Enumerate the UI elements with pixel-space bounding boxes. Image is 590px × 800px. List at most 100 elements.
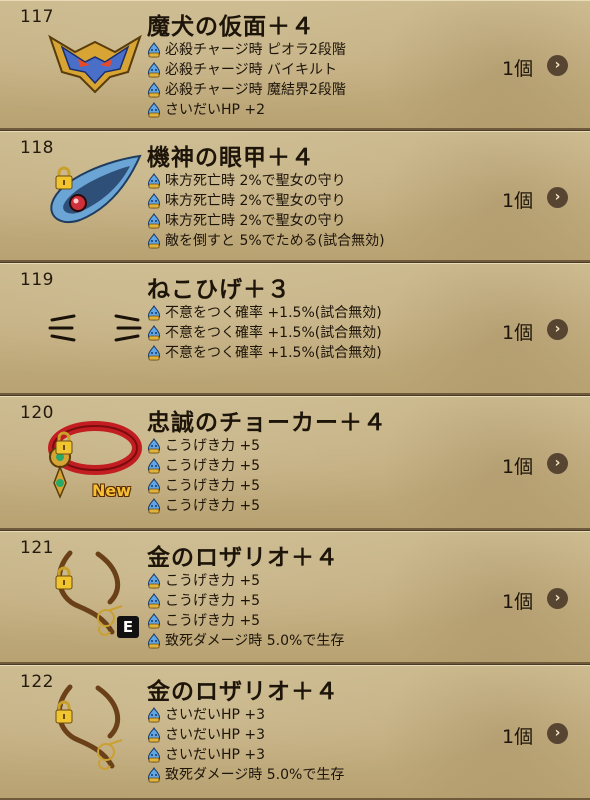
effect-list: こうげき力 +5 こうげき力 +5 こうげき力 +5 こうげき力 +5	[147, 436, 260, 516]
effect-text: 必殺チャージ時 バイキルト	[165, 62, 338, 78]
slime-bullet-icon	[147, 593, 165, 609]
effect-text: さいだいHP +3	[165, 747, 266, 763]
effect-list: 不意をつく確率 +1.5%(試合無効) 不意をつく確率 +1.5%(試合無効) 不意…	[147, 303, 382, 363]
effect-text: こうげき力 +5	[165, 478, 261, 494]
item-quantity: 1個	[502, 726, 534, 748]
effect-item: こうげき力 +5	[147, 571, 344, 591]
effect-text: 不意をつく確率 +1.5%(試合無効)	[165, 345, 382, 361]
accessory-row[interactable]: 119 ねこひげ＋３ 不意をつく確率 +1.5%(試合無効) 不意をつく確率 +1.5…	[0, 263, 590, 395]
accessory-row[interactable]: 117 魔犬の仮面＋４ 必殺チャージ時 ピオラ2段階 必殺チャージ時 バイキルト 必殺チ…	[0, 0, 590, 130]
effect-item: 致死ダメージ時 5.0%で生存	[147, 631, 344, 651]
effect-text: 不意をつく確率 +1.5%(試合無効)	[165, 305, 382, 321]
effect-text: こうげき力 +5	[165, 458, 261, 474]
effect-item: さいだいHP +3	[147, 705, 344, 725]
chevron-right-icon[interactable]: ›	[547, 723, 568, 744]
effect-item: 不意をつく確率 +1.5%(試合無効)	[147, 303, 382, 323]
effect-text: さいだいHP +2	[165, 102, 266, 118]
lock-icon	[54, 700, 74, 724]
chevron-right-icon[interactable]: ›	[547, 55, 568, 76]
effect-text: こうげき力 +5	[165, 438, 261, 454]
slime-bullet-icon	[147, 707, 165, 723]
effect-item: 味方死亡時 2%で聖女の守り	[147, 211, 385, 231]
effect-item: こうげき力 +5	[147, 591, 344, 611]
effect-item: こうげき力 +5	[147, 476, 260, 496]
slime-bullet-icon	[147, 727, 165, 743]
effect-text: 必殺チャージ時 魔結界2段階	[165, 82, 346, 98]
effect-text: さいだいHP +3	[165, 727, 266, 743]
effect-text: 致死ダメージ時 5.0%で生存	[165, 633, 345, 649]
effect-item: 必殺チャージ時 バイキルト	[147, 60, 346, 80]
effect-text: こうげき力 +5	[165, 498, 261, 514]
effect-text: こうげき力 +5	[165, 593, 261, 609]
effect-item: こうげき力 +5	[147, 436, 260, 456]
effect-list: 必殺チャージ時 ピオラ2段階 必殺チャージ時 バイキルト 必殺チャージ時 魔結界2段…	[147, 40, 346, 120]
slime-bullet-icon	[147, 82, 165, 98]
effect-item: 必殺チャージ時 ピオラ2段階	[147, 40, 346, 60]
item-name: 機神の眼甲＋４	[147, 145, 315, 171]
slime-bullet-icon	[147, 747, 165, 763]
item-quantity: 1個	[502, 322, 534, 344]
slime-bullet-icon	[147, 193, 165, 209]
new-badge: New	[92, 481, 132, 500]
slime-bullet-icon	[147, 173, 165, 189]
effect-item: 敵を倒すと 5%でためる(試合無効)	[147, 231, 385, 251]
effect-item: 必殺チャージ時 魔結界2段階	[147, 80, 346, 100]
slime-bullet-icon	[147, 767, 165, 783]
effect-list: 味方死亡時 2%で聖女の守り 味方死亡時 2%で聖女の守り 味方死亡時 2%で聖女の…	[147, 171, 385, 251]
chevron-right-icon[interactable]: ›	[547, 187, 568, 208]
effect-item: さいだいHP +2	[147, 100, 346, 120]
cat-whiskers-icon	[40, 280, 150, 370]
lock-icon	[54, 566, 74, 590]
item-name: 魔犬の仮面＋４	[147, 14, 315, 40]
slime-bullet-icon	[147, 305, 165, 321]
slime-bullet-icon	[147, 613, 165, 629]
chevron-right-icon[interactable]: ›	[547, 453, 568, 474]
effect-item: 味方死亡時 2%で聖女の守り	[147, 191, 385, 211]
effect-text: さいだいHP +3	[165, 707, 266, 723]
accessory-row[interactable]: 122 金のロザリオ＋４ さいだいHP +3 さいだいHP +3 さいだいHP +3 致死…	[0, 665, 590, 800]
slime-bullet-icon	[147, 213, 165, 229]
lock-icon	[54, 166, 74, 190]
effect-item: こうげき力 +5	[147, 456, 260, 476]
accessory-row[interactable]: 118 機神の眼甲＋４ 味方死亡時 2%で聖女の守り 味方死亡時 2%で聖女の守り 味方…	[0, 131, 590, 262]
item-name: ねこひげ＋３	[147, 277, 291, 303]
dog-mask-icon	[40, 17, 150, 107]
effect-text: 不意をつく確率 +1.5%(試合無効)	[165, 325, 382, 341]
slime-bullet-icon	[147, 62, 165, 78]
effect-text: 味方死亡時 2%で聖女の守り	[165, 173, 346, 189]
accessory-row[interactable]: 120 New 忠誠のチョーカー＋４ こうげき力 +5 こうげき力 +5 こうげき力 +5…	[0, 396, 590, 530]
slime-bullet-icon	[147, 438, 165, 454]
slime-bullet-icon	[147, 478, 165, 494]
effect-text: 味方死亡時 2%で聖女の守り	[165, 213, 346, 229]
slime-bullet-icon	[147, 458, 165, 474]
slime-bullet-icon	[147, 102, 165, 118]
machine-eye-icon	[40, 148, 150, 238]
slime-bullet-icon	[147, 498, 165, 514]
item-quantity: 1個	[502, 58, 534, 80]
slime-bullet-icon	[147, 345, 165, 361]
effect-text: 致死ダメージ時 5.0%で生存	[165, 767, 345, 783]
effect-item: こうげき力 +5	[147, 496, 260, 516]
effect-text: 必殺チャージ時 ピオラ2段階	[165, 42, 346, 58]
item-name: 金のロザリオ＋４	[147, 679, 339, 705]
effect-item: 味方死亡時 2%で聖女の守り	[147, 171, 385, 191]
equipped-badge: E	[117, 616, 139, 638]
item-quantity: 1個	[502, 591, 534, 613]
effect-item: 不意をつく確率 +1.5%(試合無効)	[147, 323, 382, 343]
effect-list: こうげき力 +5 こうげき力 +5 こうげき力 +5 致死ダメージ時 5.0%で生存	[147, 571, 344, 651]
effect-text: こうげき力 +5	[165, 573, 261, 589]
effect-item: さいだいHP +3	[147, 745, 344, 765]
item-quantity: 1個	[502, 456, 534, 478]
effect-text: 味方死亡時 2%で聖女の守り	[165, 193, 346, 209]
chevron-right-icon[interactable]: ›	[547, 588, 568, 609]
effect-text: 敵を倒すと 5%でためる(試合無効)	[165, 233, 385, 249]
slime-bullet-icon	[147, 633, 165, 649]
effect-list: さいだいHP +3 さいだいHP +3 さいだいHP +3 致死ダメージ時 5.0%で…	[147, 705, 344, 785]
effect-item: こうげき力 +5	[147, 611, 344, 631]
slime-bullet-icon	[147, 573, 165, 589]
slime-bullet-icon	[147, 42, 165, 58]
effect-item: さいだいHP +3	[147, 725, 344, 745]
chevron-right-icon[interactable]: ›	[547, 319, 568, 340]
item-quantity: 1個	[502, 190, 534, 212]
accessory-row[interactable]: 121 E 金のロザリオ＋４ こうげき力 +5 こうげき力 +5 こうげき力 +5 致死ダメ…	[0, 531, 590, 664]
